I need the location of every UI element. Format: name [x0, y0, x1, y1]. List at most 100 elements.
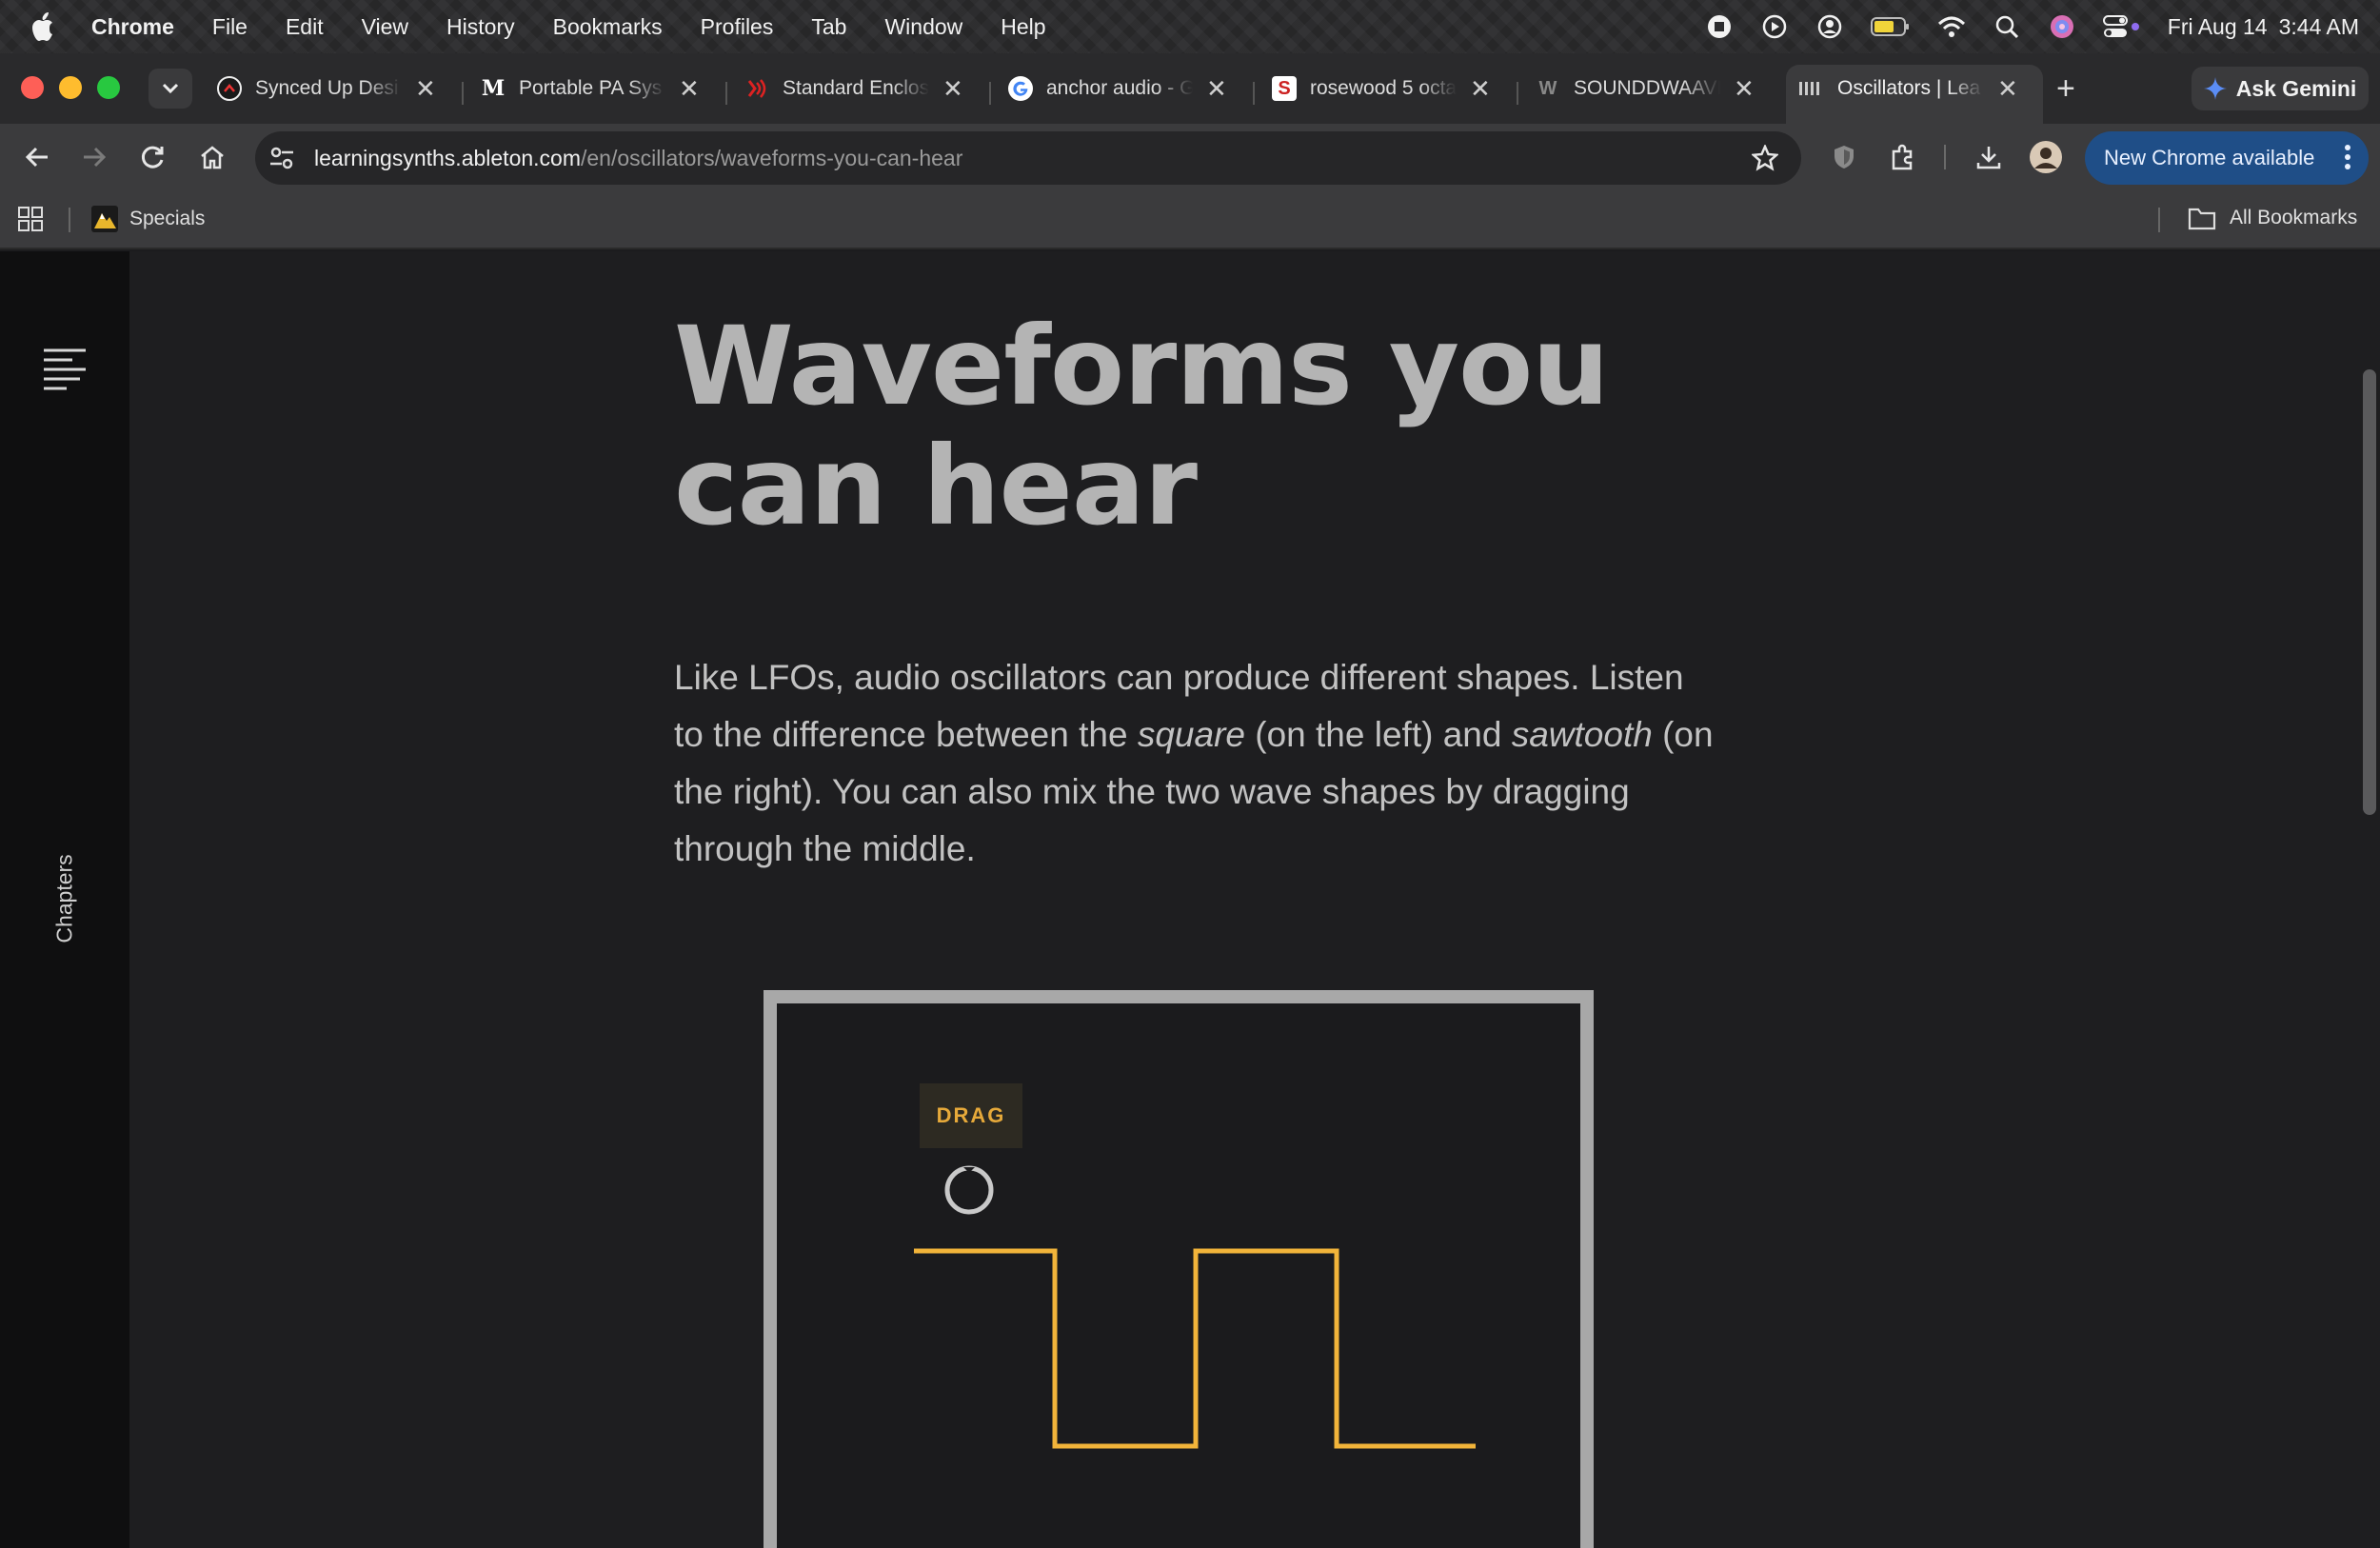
tab-search-button[interactable]: [149, 69, 192, 109]
page-scrollbar[interactable]: [2363, 369, 2376, 815]
siri-icon[interactable]: [2048, 12, 2076, 41]
url-host: learningsynths.ableton.com: [314, 145, 581, 170]
home-icon: [201, 146, 224, 169]
new-chrome-available-button[interactable]: New Chrome available: [2085, 131, 2369, 185]
menu-window[interactable]: Window: [865, 14, 982, 40]
all-bookmarks-button[interactable]: All Bookmarks: [2188, 206, 2357, 230]
tab-sounddwaave[interactable]: W SOUNDDWAAVE ✕: [1536, 67, 1755, 110]
specials-mountain-icon: [91, 206, 118, 232]
standard-enclosure-favicon: [744, 76, 769, 101]
menu-profiles[interactable]: Profiles: [682, 14, 793, 40]
menu-bookmarks[interactable]: Bookmarks: [534, 14, 682, 40]
control-center-icon[interactable]: [2102, 12, 2141, 41]
synced-up-favicon: [217, 76, 242, 101]
tab-divider: [725, 82, 727, 105]
ask-gemini-button[interactable]: Ask Gemini: [2192, 67, 2369, 110]
m-favicon: M: [481, 76, 506, 101]
gemini-sparkle-icon: [2203, 77, 2227, 100]
apple-icon[interactable]: [15, 11, 72, 42]
back-button[interactable]: [17, 137, 57, 177]
drag-handle[interactable]: [942, 1163, 996, 1217]
spotlight-search-icon[interactable]: [1993, 12, 2021, 41]
close-tab-icon[interactable]: ✕: [679, 74, 700, 104]
bookmarks-divider: [69, 208, 70, 232]
menu-file[interactable]: File: [193, 14, 267, 40]
menu-view[interactable]: View: [343, 14, 427, 40]
address-bar[interactable]: learningsynths.ableton.com/en/oscillator…: [255, 131, 1801, 185]
profile-avatar[interactable]: [2026, 137, 2066, 177]
square-wave-line: [914, 1248, 1476, 1449]
back-arrow-icon: [25, 147, 48, 168]
menu-help[interactable]: Help: [982, 14, 1064, 40]
close-tab-icon[interactable]: ✕: [1206, 74, 1227, 104]
new-tab-button[interactable]: +: [2056, 70, 2075, 108]
toolbar-divider: [1944, 145, 1946, 169]
tab-title: Portable PA Sys: [519, 77, 663, 99]
reload-button[interactable]: [133, 137, 173, 177]
bookmark-specials[interactable]: Specials: [91, 206, 205, 232]
tab-title: Oscillators | Lea: [1837, 77, 1981, 99]
macos-menu-bar: Chrome File Edit View History Bookmarks …: [0, 0, 2380, 53]
ableton-favicon: [1799, 76, 1824, 101]
user-account-icon[interactable]: [1815, 12, 1844, 41]
chapters-label[interactable]: Chapters: [52, 854, 78, 943]
waveform-display[interactable]: [901, 1241, 1476, 1460]
url-text[interactable]: learningsynths.ableton.com/en/oscillator…: [314, 146, 962, 171]
play-icon[interactable]: [1760, 12, 1789, 41]
home-button[interactable]: [192, 137, 232, 177]
menu-app-chrome[interactable]: Chrome: [72, 14, 193, 40]
intro-sawtooth-term: sawtooth: [1511, 715, 1653, 754]
extensions-button[interactable]: [1883, 137, 1923, 177]
downloads-button[interactable]: [1969, 137, 2009, 177]
tab-rosewood[interactable]: S rosewood 5 octa ✕: [1272, 67, 1491, 110]
menu-tab[interactable]: Tab: [792, 14, 865, 40]
intro-text: (on the left) and: [1244, 715, 1512, 754]
forward-arrow-icon: [84, 147, 107, 168]
wifi-icon[interactable]: [1937, 12, 1966, 41]
chapters-menu-icon[interactable]: [42, 347, 88, 399]
tab-anchor-audio[interactable]: anchor audio - G ✕: [1008, 67, 1227, 110]
tab-title: SOUNDDWAAVE: [1574, 77, 1720, 99]
window-zoom-button[interactable]: [97, 76, 120, 99]
specials-label: Specials: [129, 208, 206, 229]
tab-synced-up[interactable]: Synced Up Desi ✕: [217, 67, 436, 110]
battery-icon[interactable]: [1870, 12, 1911, 41]
puzzle-piece-icon: [1892, 144, 1913, 170]
waveform-demo-panel[interactable]: DRAG: [764, 990, 1594, 1548]
forward-button[interactable]: [74, 137, 114, 177]
status-area: Fri Aug 14 3:44 AM: [1705, 0, 2359, 53]
menubar-clock[interactable]: Fri Aug 14 3:44 AM: [2168, 14, 2359, 40]
close-tab-icon[interactable]: ✕: [415, 74, 436, 104]
privacy-shield-button[interactable]: [1824, 137, 1864, 177]
close-tab-icon[interactable]: ✕: [1470, 74, 1491, 104]
tab-title: anchor audio - G: [1046, 77, 1193, 99]
apps-grid-icon[interactable]: [17, 206, 44, 238]
update-label: New Chrome available: [2104, 146, 2315, 169]
tab-oscillators-active[interactable]: Oscillators | Lea ✕: [1799, 67, 2018, 110]
all-bookmarks-label: All Bookmarks: [2230, 207, 2358, 228]
tab-divider: [989, 82, 991, 105]
window-minimize-button[interactable]: [59, 76, 82, 99]
download-icon: [1976, 147, 2001, 169]
site-settings-icon[interactable]: [268, 145, 295, 176]
tab-title: rosewood 5 octa: [1310, 77, 1457, 99]
title-line-1: Waveforms you: [674, 303, 1609, 429]
chapters-sidebar[interactable]: Chapters: [0, 251, 129, 1548]
close-tab-icon[interactable]: ✕: [1997, 74, 2018, 104]
record-stop-icon[interactable]: [1705, 12, 1734, 41]
tab-standard-enclosure[interactable]: Standard Enclos ✕: [744, 67, 963, 110]
tab-portable-pa[interactable]: M Portable PA Sys ✕: [481, 67, 700, 110]
menu-history[interactable]: History: [427, 14, 534, 40]
menu-edit[interactable]: Edit: [267, 14, 343, 40]
tab-divider: [1517, 82, 1518, 105]
more-options-icon[interactable]: [2344, 143, 2351, 177]
tab-strip: Synced Up Desi ✕ M Portable PA Sys ✕ Sta…: [0, 53, 2380, 124]
s-favicon: S: [1272, 76, 1297, 101]
ask-gemini-label: Ask Gemini: [2235, 75, 2357, 101]
bookmark-star-icon[interactable]: [1750, 143, 1780, 176]
window-close-button[interactable]: [21, 76, 44, 99]
browser-toolbar: learningsynths.ableton.com/en/oscillator…: [0, 124, 2380, 190]
clock-date: Fri Aug 14: [2167, 13, 2268, 39]
close-tab-icon[interactable]: ✕: [942, 74, 963, 104]
close-tab-icon[interactable]: ✕: [1734, 74, 1755, 104]
